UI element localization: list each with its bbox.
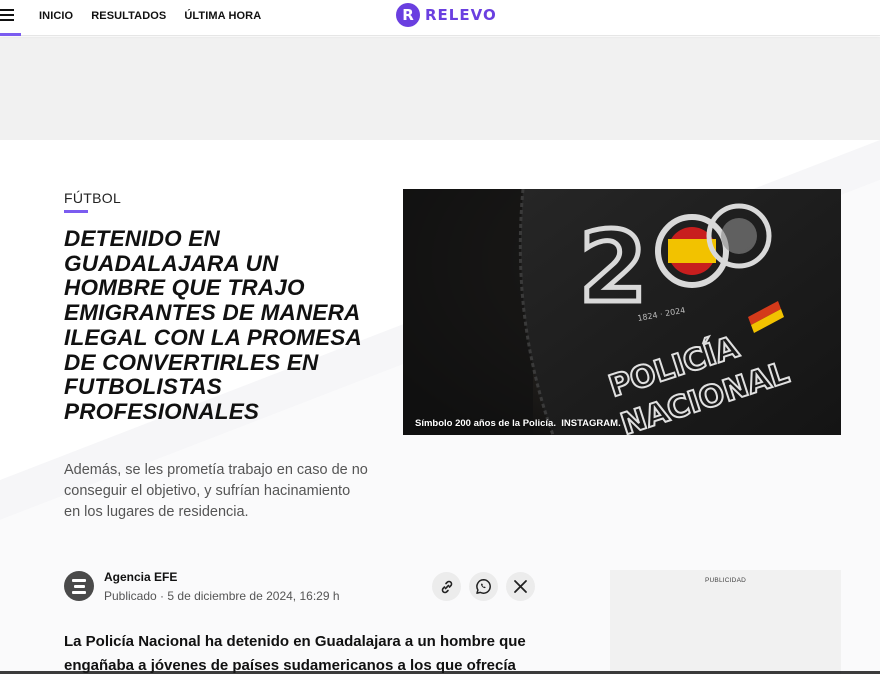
main-nav: INICIO RESULTADOS ÚLTIMA HORA xyxy=(39,0,261,32)
sidebar-ad-slot: PUBLICIDAD xyxy=(610,570,841,674)
category-underline xyxy=(64,210,88,213)
logo-text: RELEVO xyxy=(425,6,497,24)
menu-icon[interactable] xyxy=(0,9,14,23)
nav-item-resultados[interactable]: RESULTADOS xyxy=(91,10,166,22)
article-category[interactable]: FÚTBOL xyxy=(64,190,121,206)
site-logo[interactable]: R RELEVO xyxy=(396,2,497,28)
hero-image[interactable]: 2 1824 · 2024 POLICÍA NACIONAL Símbolo 2… xyxy=(403,189,841,435)
ad-label: PUBLICIDAD xyxy=(704,577,746,584)
x-icon xyxy=(514,580,527,593)
author-name[interactable]: Agencia EFE xyxy=(104,570,177,584)
image-caption: Símbolo 200 años de la Policía. INSTAGRA… xyxy=(415,418,621,429)
published-date: 5 de diciembre de 2024, 16:29 h xyxy=(167,589,340,603)
article-subtitle: Además, se les prometía trabajo en caso … xyxy=(64,462,368,520)
badge-number-2: 2 xyxy=(579,211,647,325)
article-headline: DETENIDO EN GUADALAJARA UN HOMBRE QUE TR… xyxy=(64,226,362,424)
whatsapp-icon xyxy=(476,579,491,594)
menu-active-indicator xyxy=(0,33,21,36)
caption-credit: INSTAGRAM. xyxy=(561,418,621,429)
copy-link-button[interactable] xyxy=(432,572,461,601)
share-whatsapp-button[interactable] xyxy=(469,572,498,601)
caption-text: Símbolo 200 años de la Policía. xyxy=(415,418,556,429)
nav-item-ultima-hora[interactable]: ÚLTIMA HORA xyxy=(184,10,261,22)
relevo-logo-icon: R xyxy=(396,3,420,27)
top-ad-slot xyxy=(0,37,880,140)
article-lead: La Policía Nacional ha detenido en Guada… xyxy=(64,633,526,674)
link-icon xyxy=(441,580,452,593)
publish-info: Publicado · 5 de diciembre de 2024, 16:2… xyxy=(104,589,340,603)
share-x-button[interactable] xyxy=(506,572,535,601)
published-label: Publicado xyxy=(104,589,157,603)
efe-logo-icon[interactable] xyxy=(64,571,94,601)
nav-item-inicio[interactable]: INICIO xyxy=(39,10,73,22)
site-header: INICIO RESULTADOS ÚLTIMA HORA R RELEVO xyxy=(0,0,880,36)
